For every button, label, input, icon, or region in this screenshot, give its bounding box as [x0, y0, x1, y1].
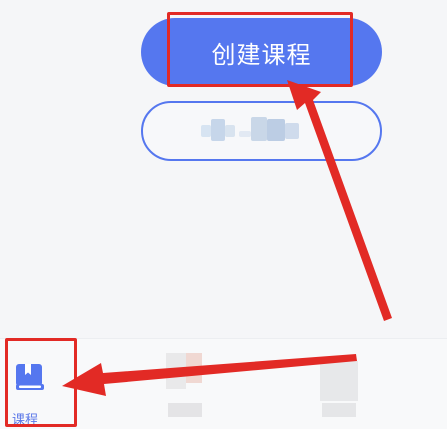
- tab-redacted-3[interactable]: [316, 347, 376, 423]
- secondary-action-button[interactable]: [141, 101, 382, 161]
- annotation-box-create-course: [167, 12, 353, 87]
- redacted-tab-icon-part: [186, 353, 202, 383]
- tab-redacted-2[interactable]: [160, 347, 220, 423]
- redacted-tab-label: [322, 403, 356, 417]
- redacted-tab-icon: [166, 353, 186, 389]
- annotation-box-course-tab: [5, 338, 77, 427]
- redacted-tab-icon: [320, 361, 358, 401]
- screen: 创建课程 课程: [0, 0, 447, 429]
- redacted-tab-label: [168, 403, 202, 417]
